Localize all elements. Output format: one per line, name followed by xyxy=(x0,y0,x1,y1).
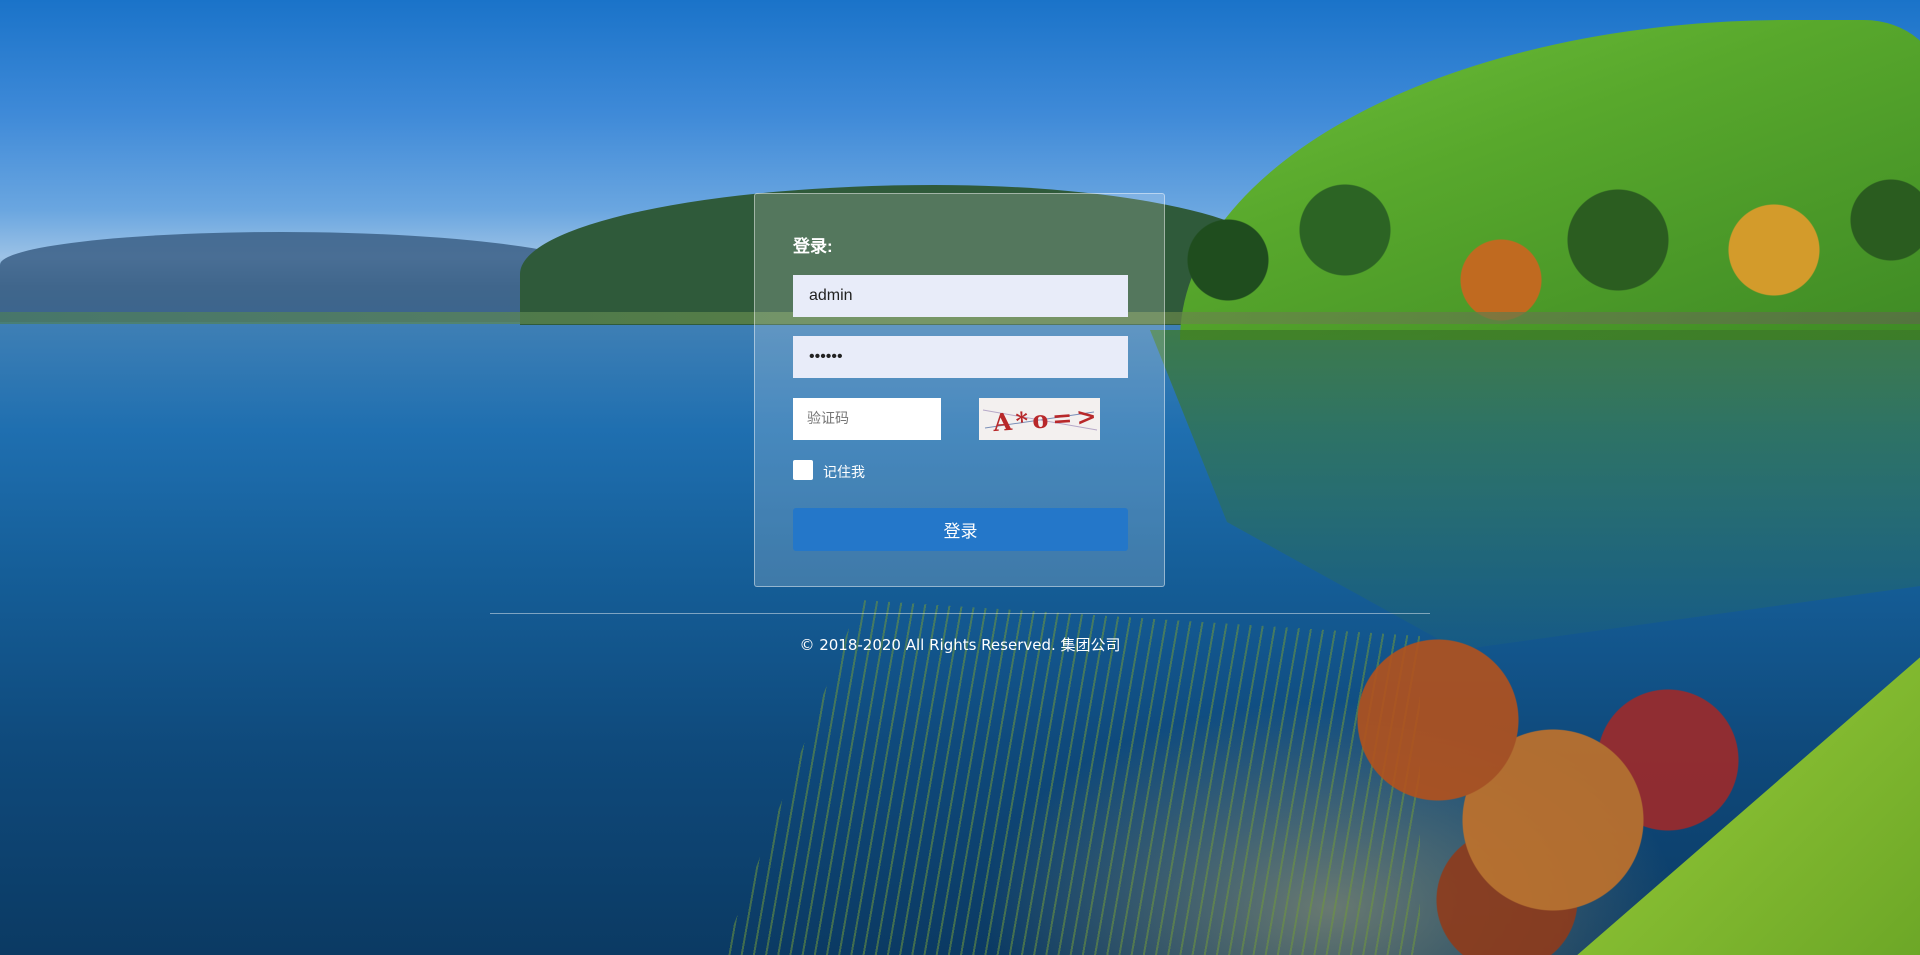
username-input[interactable] xyxy=(793,275,1128,317)
password-input[interactable] xyxy=(793,336,1128,378)
captcha-input[interactable] xyxy=(793,398,941,440)
login-button[interactable]: 登录 xyxy=(793,508,1128,551)
copyright-text: © 2018-2020 All Rights Reserved. 集团公司 xyxy=(799,636,1121,654)
trees xyxy=(1150,140,1920,340)
login-title: 登录: xyxy=(793,237,833,256)
remember-label: 记住我 xyxy=(823,465,865,481)
captcha-text: A*o=> xyxy=(991,401,1100,437)
background-scene: 登录: A*o=> 记住我 登录 © 2018-2020 All Rights … xyxy=(0,0,1920,955)
captcha-graphic: A*o=> xyxy=(982,401,1101,437)
divider xyxy=(490,613,1430,614)
login-panel: 登录: A*o=> 记住我 登录 xyxy=(754,193,1165,587)
captcha-image[interactable]: A*o=> xyxy=(979,398,1101,440)
remember-checkbox[interactable] xyxy=(793,460,813,480)
